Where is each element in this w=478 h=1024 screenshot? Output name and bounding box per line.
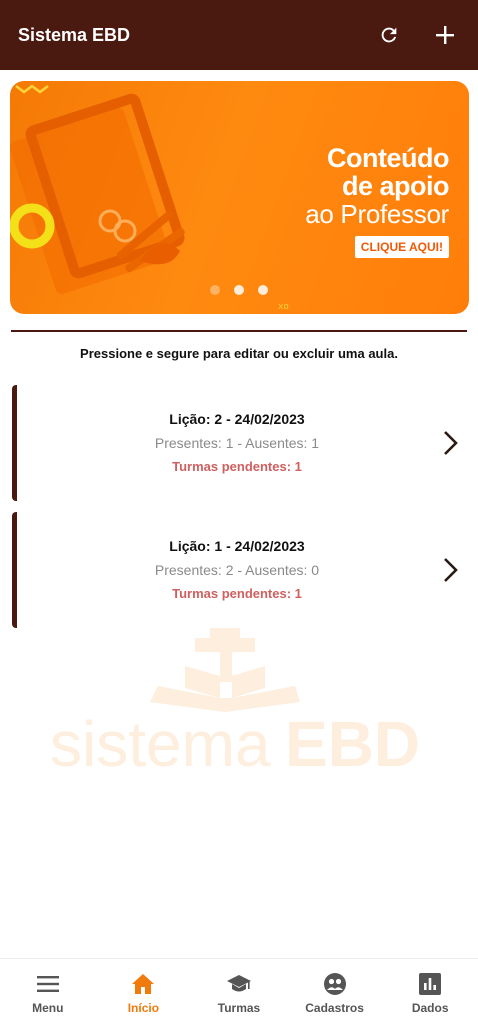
pending-classes: Turmas pendentes: 1	[172, 459, 302, 474]
nav-item-label: Turmas	[217, 1001, 261, 1015]
chevron-right-icon	[444, 558, 458, 582]
app-title: Sistema EBD	[18, 24, 131, 45]
carousel-dot[interactable]	[210, 285, 220, 295]
promo-banner[interactable]: xoxo Conteúdo de apoio ao Professor CLIQ…	[10, 81, 469, 314]
nav-item-cadastros[interactable]: Cadastros	[287, 959, 383, 1024]
banner-cta-button[interactable]: CLIQUE AQUI!	[354, 236, 449, 258]
add-button[interactable]	[430, 20, 460, 50]
home-icon	[132, 974, 155, 994]
nav-item-label: Cadastros	[305, 1001, 364, 1015]
banner-line-1: Conteúdo	[327, 143, 449, 173]
nav-item-inicio[interactable]: Início	[96, 959, 192, 1024]
divider	[11, 330, 467, 332]
attendance-counts: Presentes: 2 - Ausentes: 0	[154, 562, 320, 578]
nav-item-turmas[interactable]: Turmas	[191, 959, 287, 1024]
carousel-indicator	[210, 285, 268, 295]
hint-text: Pressione e segure para editar ou exclui…	[80, 346, 398, 361]
school-supplies-illustration: xoxo	[10, 84, 290, 312]
attendance-counts: Presentes: 1 - Ausentes: 1	[154, 435, 320, 451]
nav-item-dados[interactable]: Dados	[382, 959, 478, 1024]
nav-item-label: Início	[127, 1001, 160, 1015]
app-bar: Sistema EBD	[0, 0, 478, 70]
lesson-title: Lição: 1 - 24/02/2023	[169, 538, 305, 554]
lesson-title: Lição: 2 - 24/02/2023	[169, 411, 305, 427]
sistema-ebd-watermark-logo: sistema EBD	[50, 628, 420, 776]
lesson-card[interactable]: Lição: 1 - 24/02/2023 Presentes: 2 - Aus…	[12, 512, 468, 628]
nav-item-menu[interactable]: Menu	[0, 959, 96, 1024]
carousel-dot[interactable]	[258, 285, 268, 295]
pending-classes: Turmas pendentes: 1	[172, 586, 302, 601]
bottom-navigation: Menu Início Turmas Cadastros Dados	[0, 958, 478, 1024]
lesson-card[interactable]: Lição: 2 - 24/02/2023 Presentes: 1 - Aus…	[12, 385, 468, 501]
refresh-icon	[381, 27, 397, 43]
banner-line-2: de apoio	[341, 171, 450, 201]
bar-chart-icon	[419, 973, 442, 995]
plus-icon	[436, 26, 454, 44]
refresh-button[interactable]	[374, 20, 404, 50]
banner-headline: Conteúdo de apoio ao Professor	[305, 143, 450, 229]
graduation-cap-icon	[226, 975, 251, 992]
banner-line-3: ao Professor	[305, 199, 449, 229]
nav-item-label: Menu	[32, 1001, 64, 1015]
menu-icon	[36, 976, 59, 992]
chevron-right-icon	[444, 431, 458, 455]
carousel-dot[interactable]	[234, 285, 244, 295]
people-icon	[323, 973, 346, 995]
svg-text:xoxo: xoxo	[278, 302, 290, 312]
svg-text:EBD: EBD	[285, 708, 420, 776]
nav-item-label: Dados	[411, 1001, 449, 1015]
svg-text:sistema: sistema	[50, 708, 271, 776]
